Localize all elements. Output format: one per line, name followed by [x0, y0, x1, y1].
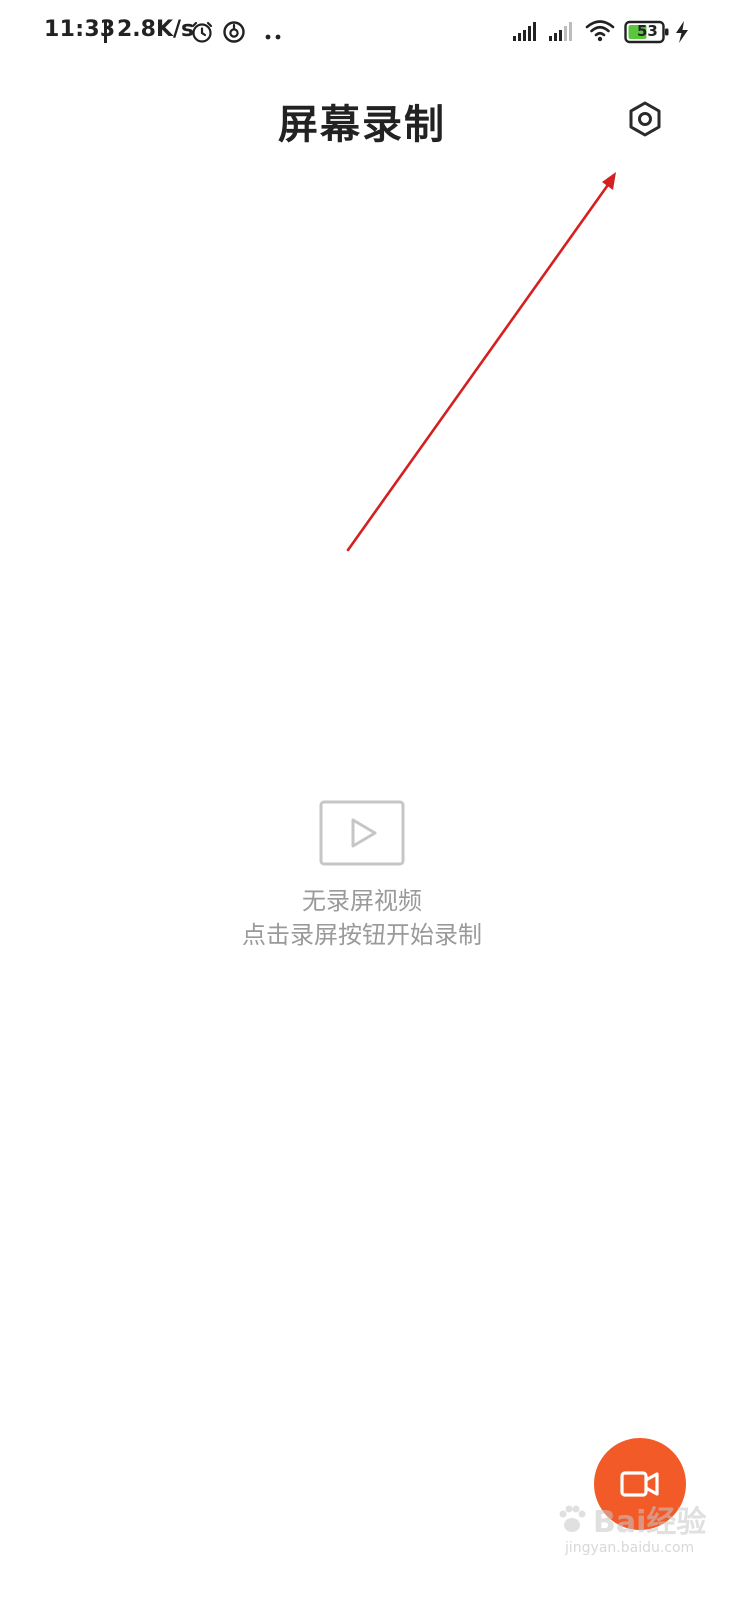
status-net-speed: 2.8K/s — [117, 17, 195, 42]
video-play-icon — [319, 800, 405, 866]
empty-state: 无录屏视频 点击录屏按钮开始录制 — [0, 800, 724, 952]
annotation-arrow — [346, 172, 616, 552]
more-dots-icon — [264, 27, 284, 46]
signal-icon — [512, 20, 540, 46]
settings-button[interactable] — [620, 94, 670, 144]
battery-level: 53 — [637, 22, 658, 40]
gear-icon — [629, 101, 661, 137]
wifi-icon — [585, 18, 615, 46]
empty-subtitle: 点击录屏按钮开始录制 — [242, 921, 482, 949]
empty-title: 无录屏视频 — [302, 887, 422, 915]
screen: 11:33 2.8K/s 53 屏幕录制 无录屏视频 点击录屏按钮开始录制 Ba… — [0, 0, 738, 1600]
charging-icon — [674, 20, 690, 48]
status-bar: 11:33 2.8K/s 53 — [0, 0, 738, 64]
alarm-icon — [190, 20, 214, 48]
signal-weak-icon — [548, 20, 576, 46]
status-separator — [104, 21, 107, 43]
paw-logo-icon — [559, 1505, 586, 1532]
watermark-site: jingyan.baidu.com — [565, 1540, 695, 1556]
baidu-watermark: Bai经验 — [555, 1494, 735, 1544]
page-title: 屏幕录制 — [278, 102, 446, 148]
watermark-brand: Bai经验 — [593, 1505, 707, 1540]
netease-music-icon — [222, 20, 246, 48]
